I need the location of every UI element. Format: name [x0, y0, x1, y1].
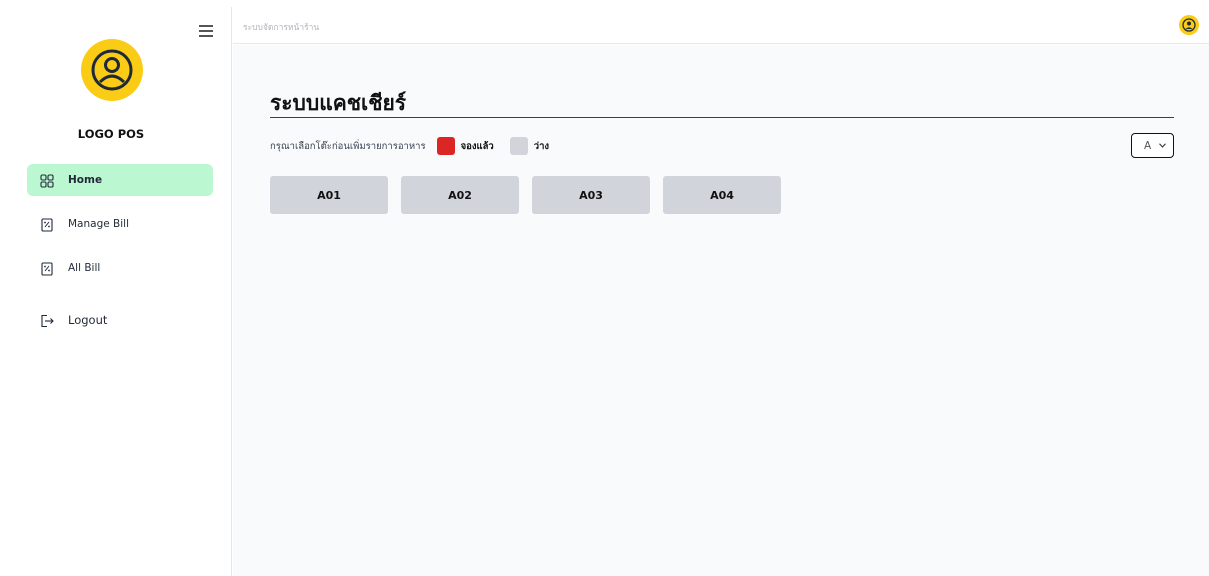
page-title: ระบบแคชเชียร์: [270, 91, 407, 115]
instruction-text: กรุณาเลือกโต๊ะก่อนเพิ่มรายการอาหาร: [270, 140, 426, 152]
table-button-a02[interactable]: A02: [401, 176, 519, 214]
sidebar-item-label: Home: [68, 174, 103, 186]
title-divider: [270, 117, 1174, 118]
receipt-icon: [40, 261, 54, 276]
topbar: ระบบจัดการหน้าร้าน: [233, 7, 1209, 44]
menu-toggle-icon[interactable]: [199, 25, 213, 37]
main-content: ระบบแคชเชียร์ กรุณาเลือกโต๊ะก่อนเพิ่มราย…: [233, 45, 1209, 576]
sidebar-item-label: Manage Bill: [68, 218, 130, 230]
user-avatar-icon[interactable]: [1179, 15, 1199, 35]
booked-label: จองแล้ว: [460, 140, 494, 152]
logout-icon: [40, 313, 54, 328]
booked-swatch: [436, 137, 455, 155]
table-button-a01[interactable]: A01: [270, 176, 388, 214]
sidebar-item-logout[interactable]: Logout: [27, 304, 213, 336]
zone-select[interactable]: A: [1131, 133, 1174, 158]
table-button-a03[interactable]: A03: [532, 176, 650, 214]
sidebar: LOGO POS Home Manage Bill All Bill Logou…: [8, 7, 232, 576]
table-button-a04[interactable]: A04: [663, 176, 781, 214]
legend-row: กรุณาเลือกโต๊ะก่อนเพิ่มรายการอาหาร จองแล…: [270, 137, 549, 155]
breadcrumb: ระบบจัดการหน้าร้าน: [243, 23, 320, 33]
sidebar-item-all-bill[interactable]: All Bill: [27, 252, 213, 284]
receipt-icon: [40, 217, 54, 232]
grid-icon: [40, 173, 54, 188]
free-swatch: [509, 137, 528, 155]
logo-text: LOGO POS: [77, 127, 145, 141]
sidebar-item-label: Logout: [68, 313, 108, 327]
sidebar-item-home[interactable]: Home: [27, 164, 213, 196]
free-label: ว่าง: [533, 140, 550, 152]
app-frame: LOGO POS Home Manage Bill All Bill Logou…: [8, 7, 1209, 576]
logo-user-icon: [81, 39, 143, 101]
chevron-down-icon: [1159, 143, 1167, 148]
sidebar-item-label: All Bill: [68, 262, 101, 274]
zone-select-value: A: [1144, 139, 1152, 152]
sidebar-item-manage-bill[interactable]: Manage Bill: [27, 208, 213, 240]
